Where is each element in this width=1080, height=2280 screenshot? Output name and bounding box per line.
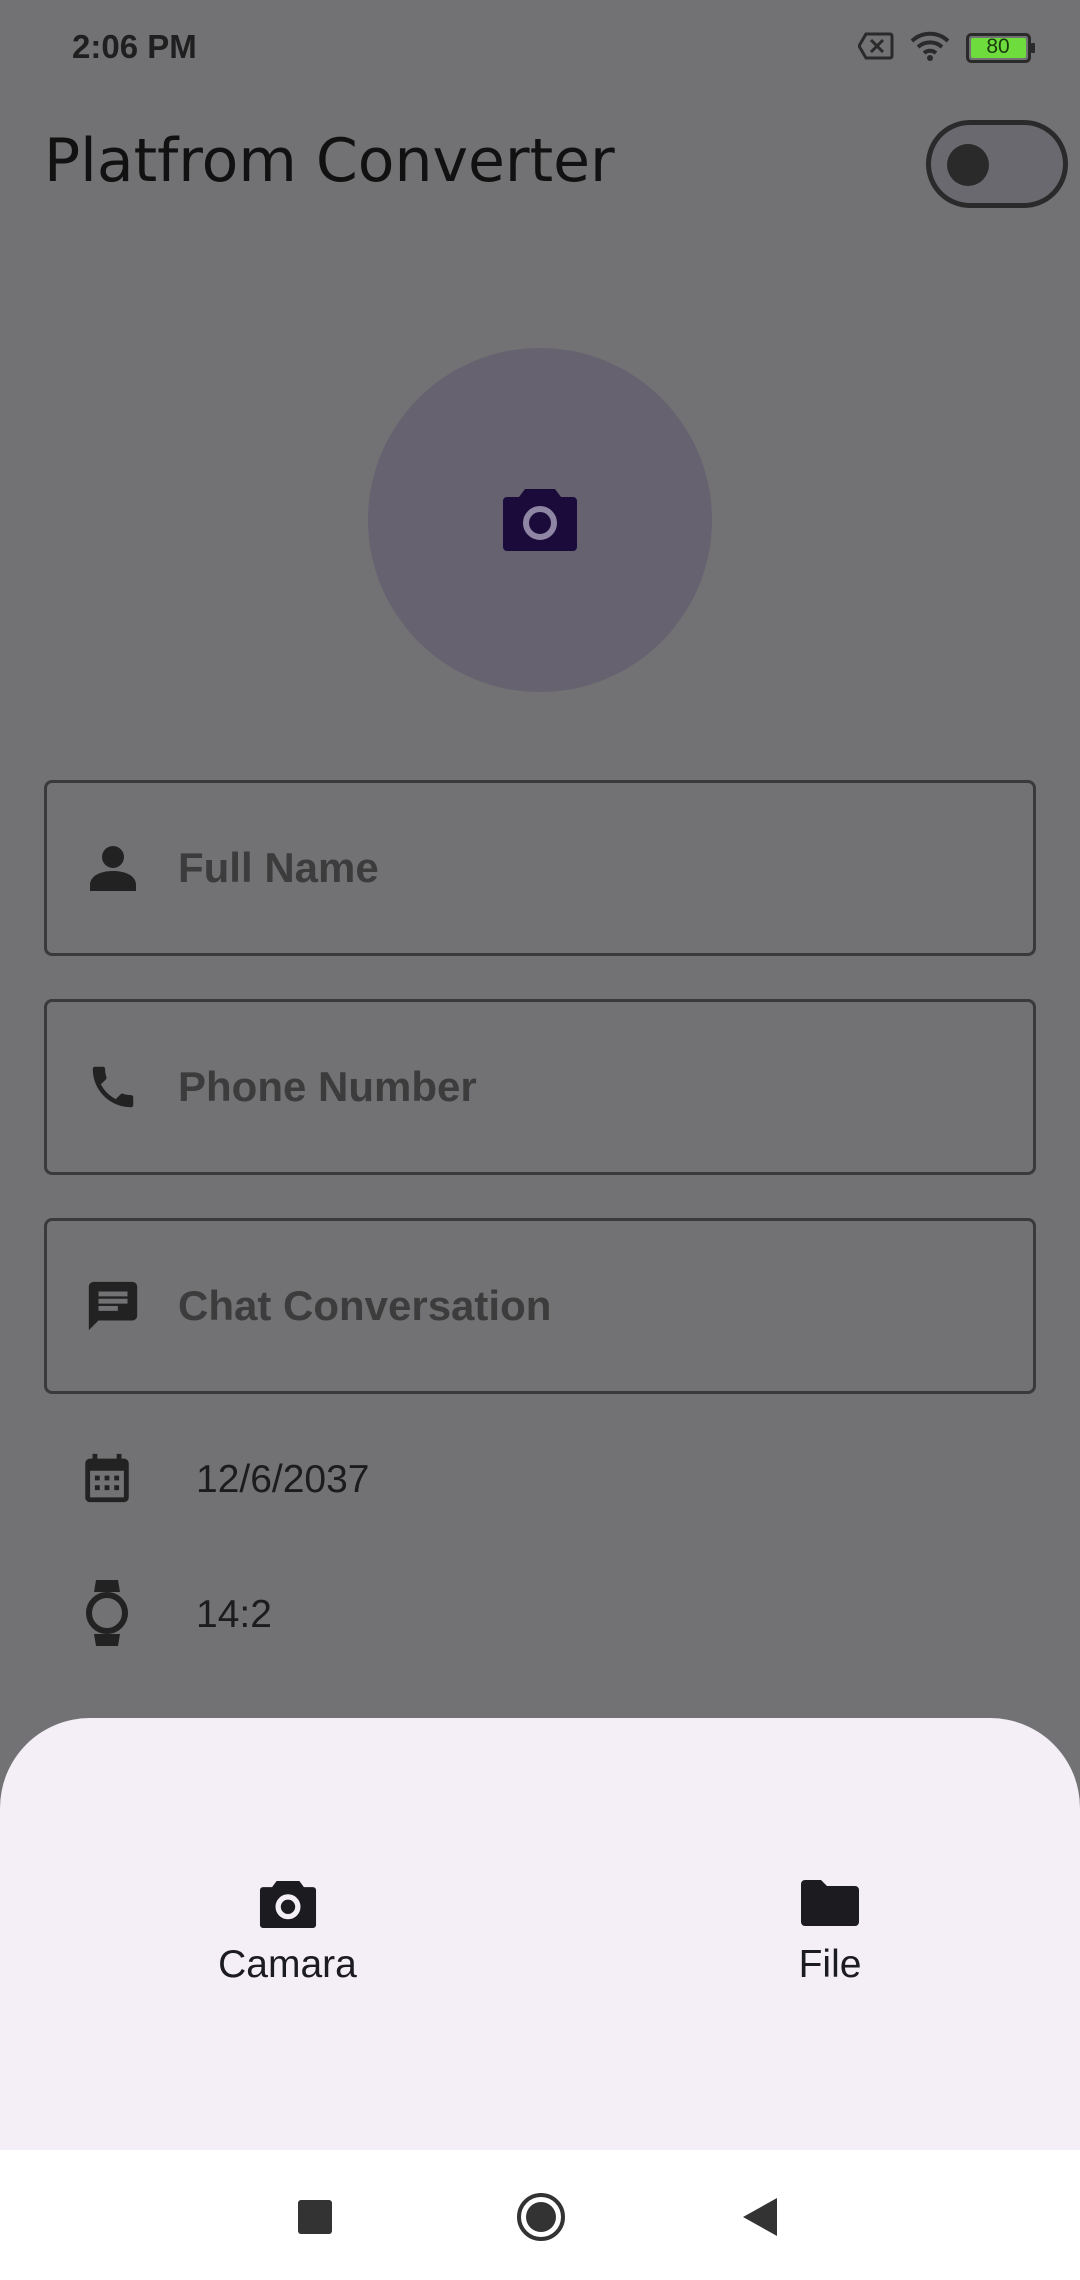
file-option-button[interactable]: File	[770, 1878, 890, 1987]
toggle-knob	[947, 144, 989, 186]
status-time: 2:06 PM	[72, 28, 197, 65]
page-title: Platfrom Converter	[44, 126, 615, 196]
file-option-label: File	[798, 1943, 862, 1986]
selected-time: 14:2	[196, 1593, 272, 1636]
back-button[interactable]	[743, 2198, 777, 2241]
watch-icon	[78, 1578, 136, 1653]
phone-number-field[interactable]: Phone Number	[44, 999, 1036, 1175]
camera-option-button[interactable]: Camara	[215, 1878, 360, 1987]
time-picker-row[interactable]: 14:2	[78, 1578, 272, 1653]
person-icon	[83, 838, 143, 898]
chat-conversation-field[interactable]: Chat Conversation	[44, 1218, 1036, 1394]
wifi-icon	[910, 30, 950, 67]
camera-option-label: Camara	[218, 1943, 357, 1986]
phone-icon	[83, 1057, 143, 1117]
selected-date: 12/6/2037	[196, 1458, 370, 1501]
date-picker-row[interactable]: 12/6/2037	[78, 1449, 370, 1512]
image-source-bottom-sheet: Camara File	[0, 1718, 1080, 2150]
theme-toggle-switch[interactable]	[926, 120, 1068, 208]
chat-conversation-placeholder: Chat Conversation	[178, 1282, 552, 1329]
full-name-field[interactable]: Full Name	[44, 780, 1036, 956]
calendar-icon	[78, 1449, 136, 1512]
recent-apps-button[interactable]	[298, 2200, 332, 2239]
battery-level: 80	[986, 35, 1010, 58]
chat-icon	[83, 1276, 143, 1336]
phone-number-placeholder: Phone Number	[178, 1063, 477, 1110]
full-name-placeholder: Full Name	[178, 844, 379, 891]
status-icons: 80	[857, 26, 1036, 70]
home-button[interactable]	[515, 2191, 567, 2248]
camera-icon	[503, 485, 577, 556]
profile-photo-picker[interactable]	[368, 348, 712, 692]
status-bar: 2:06 PM 80	[0, 0, 1080, 96]
folder-icon	[801, 1878, 859, 1933]
battery-icon: 80	[966, 33, 1036, 63]
camera-icon	[259, 1878, 317, 1933]
system-navigation-bar	[0, 2150, 1080, 2280]
no-sim-icon	[857, 32, 894, 65]
